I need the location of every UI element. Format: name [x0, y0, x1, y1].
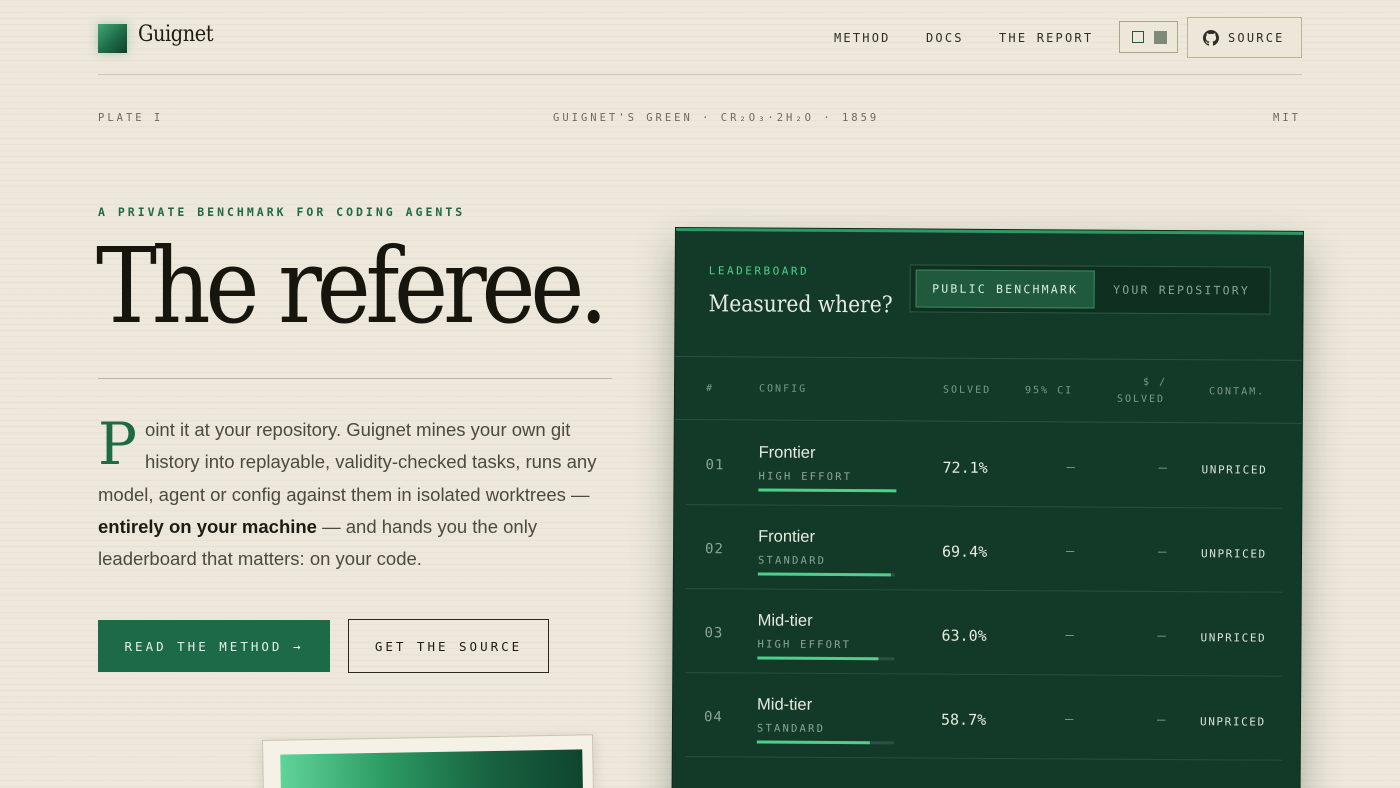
- site-header: Guignet METHOD DOCS THE REPORT SOURCE: [0, 0, 1400, 76]
- source-label: SOURCE: [1228, 31, 1285, 45]
- row-effort: STANDARD: [757, 554, 827, 567]
- source-button[interactable]: SOURCE: [1187, 17, 1302, 58]
- leaderboard-row[interactable]: 01 Frontier HIGH EFFORT 72.1% — — UNPRICED: [686, 421, 1284, 509]
- row-config-name: Frontier: [758, 443, 816, 462]
- row-effort: HIGH EFFORT: [758, 470, 853, 484]
- row-solved: 63.0%: [941, 626, 987, 645]
- leaderboard-panel: LEADERBOARD Measured where? PUBLIC BENCH…: [672, 228, 1303, 788]
- github-icon: [1203, 30, 1219, 46]
- row-effort: STANDARD: [756, 722, 826, 735]
- solved-bar: [758, 488, 897, 493]
- logo-mark-icon[interactable]: [98, 24, 127, 53]
- tab-your-repository[interactable]: YOUR REPOSITORY: [1097, 271, 1267, 310]
- plate-label: PLATE I: [98, 112, 164, 124]
- row-contamination: UNPRICED: [1200, 631, 1267, 645]
- hero-headline: The referee.: [96, 225, 608, 347]
- intro-text-a: oint it at your repository. Guignet mine…: [98, 419, 597, 505]
- row-cost: —: [1157, 543, 1167, 561]
- leaderboard-eyebrow: LEADERBOARD: [708, 264, 810, 278]
- swatch-card: [262, 734, 594, 788]
- intro-emphasis: entirely on your machine: [98, 515, 317, 537]
- nav-docs[interactable]: DOCS: [926, 31, 964, 45]
- col-cost-a: $ /: [1143, 376, 1168, 389]
- leaderboard-rows: 01 Frontier HIGH EFFORT 72.1% — — UNPRICED 02 Fr…: [676, 231, 1303, 761]
- pigment-formula: GUIGNET'S GREEN · CR₂O₃·2H₂O · 1859: [553, 112, 880, 124]
- leaderboard-row[interactable]: 03 Mid-tier HIGH EFFORT 63.0% — — UNPRICED: [685, 589, 1283, 677]
- row-effort: HIGH EFFORT: [757, 638, 852, 652]
- row-rank: 03: [704, 625, 724, 642]
- row-ci: —: [1065, 627, 1075, 644]
- intro-dropcap: P: [98, 410, 138, 478]
- row-config-name: Mid-tier: [757, 695, 813, 714]
- col-config: CONFIG: [758, 383, 808, 395]
- brand-name[interactable]: Guignet: [138, 22, 214, 47]
- leaderboard-title: Measured where?: [708, 291, 893, 319]
- row-cost: —: [1157, 627, 1167, 645]
- row-rank: 01: [705, 457, 725, 474]
- get-source-button[interactable]: GET THE SOURCE: [348, 619, 549, 673]
- col-cost-b: SOLVED: [1116, 393, 1166, 405]
- col-contam: CONTAM.: [1208, 386, 1266, 398]
- row-cost: —: [1158, 459, 1168, 477]
- row-ci: —: [1065, 543, 1075, 560]
- row-config-name: Frontier: [758, 527, 816, 546]
- solved-bar-fill: [758, 488, 897, 493]
- theme-toggle-button[interactable]: [1119, 21, 1178, 53]
- row-rank: 04: [703, 709, 723, 726]
- row-ci: —: [1066, 459, 1076, 476]
- row-solved: 69.4%: [941, 542, 988, 561]
- col-rank: #: [705, 383, 715, 395]
- leaderboard-row[interactable]: 02 Frontier STANDARD 69.4% — — UNPRICED: [685, 505, 1284, 593]
- hero-intro: Point it at your repository. Guignet min…: [98, 414, 613, 575]
- read-method-button[interactable]: READ THE METHOD →: [98, 620, 330, 672]
- license-label: MIT: [1273, 112, 1301, 124]
- row-contamination: UNPRICED: [1199, 715, 1266, 729]
- solved-bar-fill: [756, 740, 870, 745]
- solved-bar: [757, 572, 895, 577]
- row-cost: —: [1156, 711, 1166, 728]
- row-solved: 58.7%: [940, 710, 987, 729]
- row-contamination: UNPRICED: [1201, 463, 1268, 477]
- solved-bar-fill: [757, 656, 879, 661]
- solved-bar: [756, 740, 894, 745]
- row-ci: —: [1064, 711, 1074, 728]
- row-config-name: Mid-tier: [757, 611, 813, 630]
- row-contamination: UNPRICED: [1200, 547, 1267, 561]
- col-solved: SOLVED: [942, 384, 992, 396]
- nav-method[interactable]: METHOD: [834, 31, 891, 45]
- panel-divider: [675, 355, 1303, 361]
- light-theme-icon: [1132, 31, 1144, 43]
- header-divider: [98, 74, 1302, 75]
- hero-eyebrow: A PRIVATE BENCHMARK FOR CODING AGENTS: [98, 205, 466, 219]
- leaderboard-row[interactable]: 04 Mid-tier STANDARD 58.7% — — UNPRICED: [684, 673, 1283, 761]
- nav-the-report[interactable]: THE REPORT: [999, 31, 1093, 45]
- swatch-gradient: [280, 749, 584, 788]
- solved-bar: [757, 656, 895, 661]
- row-rank: 02: [704, 541, 724, 558]
- tab-public-benchmark[interactable]: PUBLIC BENCHMARK: [915, 269, 1095, 309]
- dark-theme-icon: [1154, 31, 1167, 44]
- solved-bar-fill: [757, 572, 891, 577]
- col-ci: 95% CI: [1024, 385, 1074, 397]
- hero-divider: [98, 378, 612, 379]
- row-solved: 72.1%: [942, 458, 988, 477]
- benchmark-toggle: PUBLIC BENCHMARK YOUR REPOSITORY: [909, 264, 1271, 315]
